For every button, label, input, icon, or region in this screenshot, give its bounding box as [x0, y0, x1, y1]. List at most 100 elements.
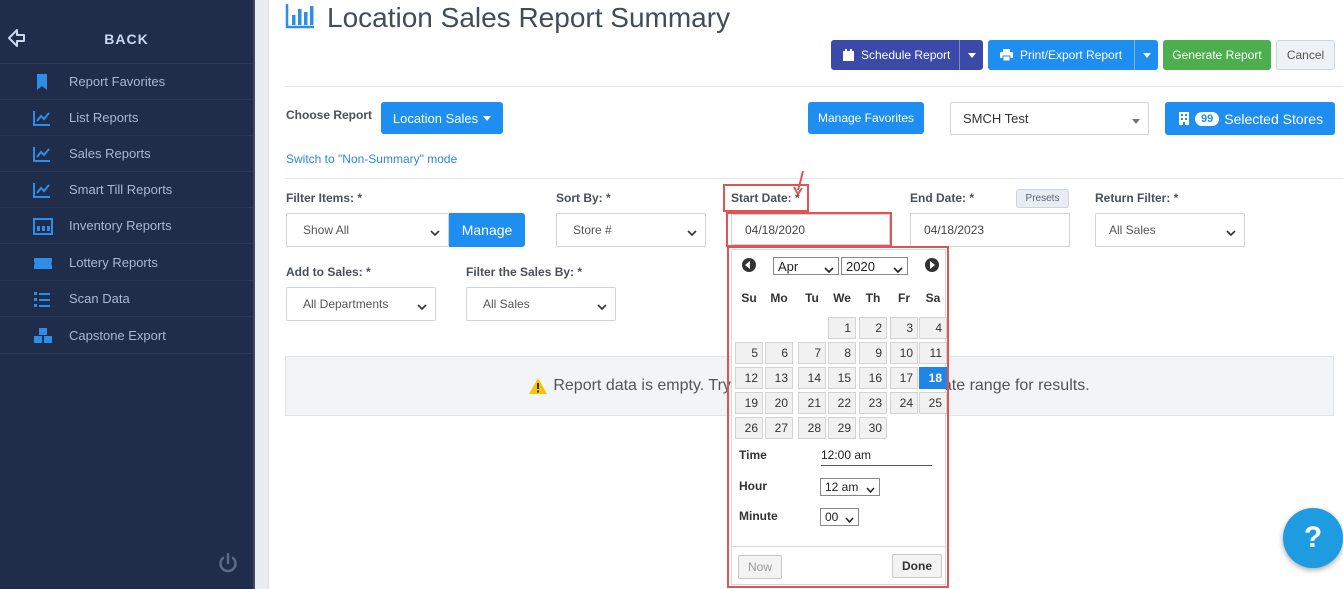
line-chart-icon: [33, 109, 51, 127]
print-export-label: Print/Export Report: [1020, 48, 1123, 62]
sort-by-label: Sort By: *: [556, 191, 611, 205]
calendar-day[interactable]: 2: [859, 317, 887, 339]
schedule-report-label: Schedule Report: [861, 48, 951, 62]
end-date-label: End Date: *: [910, 191, 975, 205]
prev-month-icon[interactable]: [742, 258, 756, 272]
calendar-day[interactable]: 27: [765, 417, 793, 439]
help-button[interactable]: ?: [1283, 508, 1343, 568]
calendar-day[interactable]: 16: [859, 367, 887, 389]
sidebar-item-lottery-reports[interactable]: Lottery Reports: [0, 245, 253, 281]
calendar-day[interactable]: 29: [828, 417, 856, 439]
building-icon: [1179, 112, 1189, 125]
weekday-label: Tu: [805, 291, 819, 305]
chevron-down-icon: [483, 115, 492, 121]
filter-sales-by-select[interactable]: All Sales: [466, 287, 616, 321]
sidebar-item-list-reports[interactable]: List Reports: [0, 100, 253, 136]
next-month-icon[interactable]: [925, 258, 939, 272]
calendar-day[interactable]: 24: [890, 392, 918, 414]
sidebar: BACK Report Favorites List Reports Sales…: [0, 0, 255, 589]
sidebar-back[interactable]: BACK: [0, 0, 253, 64]
datepicker-footer-divider: [732, 546, 945, 547]
selected-stores-button[interactable]: 99 Selected Stores: [1165, 102, 1335, 135]
calendar-day[interactable]: 26: [735, 417, 763, 439]
end-date-input[interactable]: 04/18/2023: [910, 213, 1070, 247]
schedule-report-button[interactable]: Schedule Report: [831, 40, 983, 70]
calendar-day[interactable]: 23: [859, 392, 887, 414]
time-value: 12:00 am: [821, 448, 932, 466]
sidebar-item-sales-reports[interactable]: Sales Reports: [0, 136, 253, 172]
now-button[interactable]: Now: [738, 555, 782, 579]
power-icon[interactable]: [217, 552, 239, 579]
start-date-input-highlight: [726, 212, 892, 247]
add-to-sales-select[interactable]: All Departments: [286, 287, 436, 321]
calendar-day[interactable]: 10: [890, 342, 918, 364]
cancel-button[interactable]: Cancel: [1276, 40, 1335, 70]
calendar-day[interactable]: 11: [919, 342, 947, 364]
chevron-down-icon: [1142, 52, 1151, 58]
calendar-day[interactable]: 1: [828, 317, 856, 339]
sidebar-item-inventory-reports[interactable]: Inventory Reports: [0, 208, 253, 244]
sort-by-select[interactable]: Store #: [556, 213, 706, 247]
print-dropdown-toggle[interactable]: [1134, 40, 1158, 70]
switch-mode-link[interactable]: Switch to "Non-Summary" mode: [286, 152, 457, 166]
print-export-button[interactable]: Print/Export Report: [988, 40, 1158, 70]
calendar-day[interactable]: 7: [798, 342, 826, 364]
add-to-sales-value: All Departments: [303, 297, 389, 311]
year-select[interactable]: 2020: [841, 257, 908, 275]
done-button[interactable]: Done: [892, 554, 942, 578]
calendar-day[interactable]: 6: [765, 342, 793, 364]
calendar-day[interactable]: 5: [735, 342, 763, 364]
calendar-day[interactable]: 14: [798, 367, 826, 389]
minute-select[interactable]: 00: [820, 508, 859, 526]
report-type-value: Location Sales: [392, 110, 479, 126]
presets-button[interactable]: Presets: [1016, 189, 1069, 208]
annotation-arrow-icon: [793, 170, 807, 201]
calendar-day[interactable]: 22: [828, 392, 856, 414]
calendar-day[interactable]: 13: [765, 367, 793, 389]
sidebar-item-scan-data[interactable]: Scan Data: [0, 281, 253, 317]
calendar-day[interactable]: 21: [798, 392, 826, 414]
sidebar-item-capstone-export[interactable]: Capstone Export: [0, 318, 253, 354]
list-icon: [33, 290, 51, 308]
calendar-day[interactable]: 8: [828, 342, 856, 364]
report-type-dropdown[interactable]: Location Sales: [381, 102, 503, 134]
filter-items-select[interactable]: Show All: [286, 213, 449, 247]
sidebar-item-smart-till-reports[interactable]: Smart Till Reports: [0, 172, 253, 208]
calendar-day-selected[interactable]: 18: [919, 367, 947, 389]
question-mark-icon: ?: [1303, 521, 1323, 554]
store-select[interactable]: SMCH Test: [950, 102, 1149, 135]
generate-report-button[interactable]: Generate Report: [1163, 40, 1271, 70]
choose-report-label: Choose Report: [286, 108, 373, 122]
manage-filter-button[interactable]: Manage: [449, 213, 525, 247]
sidebar-item-label: Inventory Reports: [69, 218, 172, 233]
manage-favorites-button[interactable]: Manage Favorites: [808, 102, 924, 134]
hour-label: Hour: [739, 479, 767, 493]
ticket-icon: [33, 254, 52, 272]
minute-label: Minute: [739, 509, 778, 523]
line-chart-icon: [33, 145, 51, 163]
calendar-day[interactable]: 9: [859, 342, 887, 364]
sidebar-item-label: Sales Reports: [69, 146, 151, 161]
return-filter-select[interactable]: All Sales: [1095, 213, 1245, 247]
calendar-day[interactable]: 15: [828, 367, 856, 389]
printer-icon: [1000, 49, 1013, 61]
hour-select[interactable]: 12 am: [820, 478, 880, 496]
line-chart-icon: [33, 181, 51, 199]
calendar-day[interactable]: 3: [890, 317, 918, 339]
schedule-dropdown-toggle[interactable]: [959, 40, 983, 70]
calendar-day[interactable]: 28: [798, 417, 826, 439]
calendar-day[interactable]: 12: [735, 367, 763, 389]
calendar-day[interactable]: 4: [919, 317, 947, 339]
calendar-day[interactable]: 17: [890, 367, 918, 389]
title-row: Location Sales Report Summary: [285, 2, 730, 34]
sidebar-item-report-favorites[interactable]: Report Favorites: [0, 64, 253, 100]
month-select[interactable]: Apr: [773, 257, 839, 275]
chevron-down-icon: [597, 300, 607, 314]
sort-by-value: Store #: [573, 223, 612, 237]
calendar-day[interactable]: 20: [765, 392, 793, 414]
weekday-label: Th: [865, 291, 881, 305]
calendar-day[interactable]: 25: [919, 392, 947, 414]
calendar-day[interactable]: 30: [859, 417, 887, 439]
sidebar-item-label: Scan Data: [69, 291, 130, 306]
calendar-day[interactable]: 19: [735, 392, 763, 414]
